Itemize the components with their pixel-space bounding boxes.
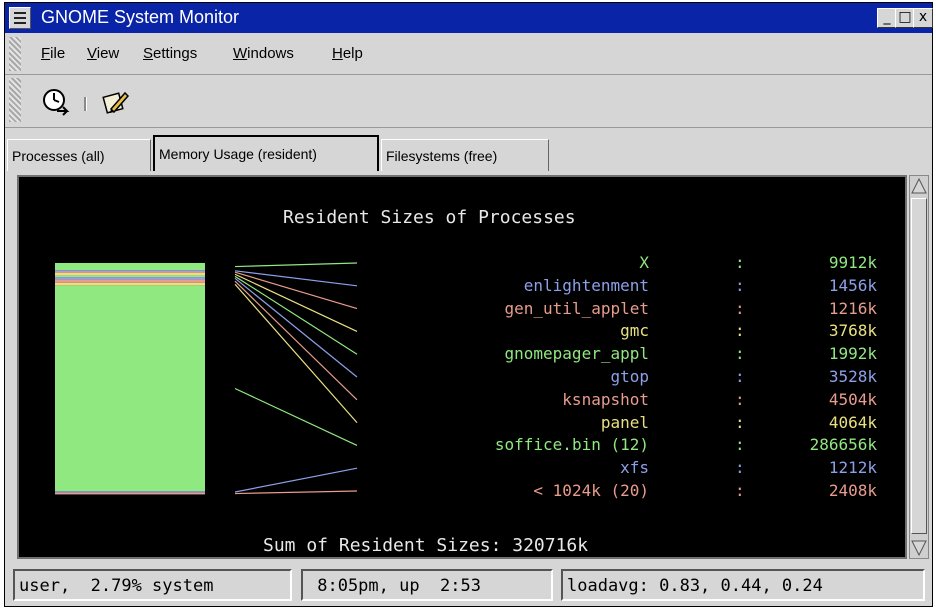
close-button[interactable]: x: [913, 8, 933, 28]
bar-segment: [55, 263, 205, 271]
legend-separator: :: [735, 458, 745, 478]
bar-segment: [55, 282, 205, 286]
status-loadavg: loadavg: 0.83, 0.44, 0.24: [561, 569, 925, 601]
legend-value: 4504k: [828, 389, 877, 409]
legend-separator: :: [735, 367, 745, 386]
edit-pencil-icon[interactable]: [101, 87, 131, 117]
legend-value: 286656k: [809, 435, 877, 455]
window-title: GNOME System Monitor: [41, 7, 240, 27]
memory-chart-panel: Resident Sizes of Processes X:9912k enlig…: [17, 175, 907, 559]
legend-process-name: gmc: [620, 321, 649, 341]
legend-process-name: soffice.bin (12): [494, 435, 649, 455]
bar-segment: [55, 275, 205, 278]
tab-memory-usage[interactable]: Memory Usage (resident): [153, 135, 379, 171]
status-uptime: 8:05pm, up 2:53: [301, 569, 553, 601]
legend-process-name: gnomepager_appl: [504, 344, 650, 364]
tab-processes[interactable]: Processes (all): [7, 139, 151, 171]
legend-process-name: xfs: [620, 458, 649, 478]
bar-segment: [55, 285, 205, 492]
legend-separator: :: [735, 275, 745, 295]
scrollbar-thumb[interactable]: [911, 198, 927, 534]
toolbar: [5, 75, 932, 128]
legend-value: 2408k: [828, 481, 877, 500]
legend-separator: :: [735, 435, 745, 455]
legend-process-name: X: [639, 253, 649, 272]
toolbar-separator: [84, 97, 87, 111]
bar-segment: [55, 270, 205, 272]
menu-windows[interactable]: Windows: [233, 45, 294, 62]
menu-help[interactable]: Help: [332, 45, 363, 62]
bar-segment: [55, 271, 205, 273]
legend-separator: :: [735, 344, 745, 364]
tab-filesystems[interactable]: Filesystems (free): [381, 139, 549, 171]
menu-settings[interactable]: Settings: [143, 45, 197, 62]
legend-process-name: ksnapshot: [562, 389, 649, 409]
scroll-up-arrow-icon[interactable]: [910, 176, 928, 196]
legend-process-name: panel: [600, 412, 649, 432]
window-menu-button[interactable]: [9, 7, 31, 29]
legend-separator: :: [735, 253, 745, 272]
legend-separator: :: [735, 389, 745, 409]
menu-view[interactable]: View: [87, 45, 119, 62]
legend-separator: :: [735, 321, 745, 341]
legend-separator: :: [735, 412, 745, 432]
bar-segment: [55, 491, 205, 493]
bar-segment: [55, 277, 205, 280]
legend-value: 1212k: [828, 458, 877, 478]
legend-value: 1992k: [828, 344, 877, 364]
legend-value: 4064k: [828, 412, 877, 432]
title-bar[interactable]: GNOME System Monitor _ □ x: [5, 3, 933, 33]
maximize-button[interactable]: □: [895, 8, 915, 28]
legend-separator: :: [735, 298, 745, 318]
menu-bar: File View Settings Windows Help: [5, 34, 932, 75]
status-bar: user, 2.79% system 8:05pm, up 2:53 loada…: [5, 569, 932, 605]
refresh-clock-icon[interactable]: [41, 87, 71, 117]
legend-value: 3768k: [828, 321, 877, 341]
legend-value: 9912k: [828, 253, 877, 272]
menu-file[interactable]: File: [41, 45, 65, 62]
toolbar-grip-handle[interactable]: [9, 78, 21, 122]
legend-process-name: gtop: [610, 367, 649, 386]
legend-value: 3528k: [828, 367, 877, 386]
scroll-down-arrow-icon[interactable]: [910, 538, 928, 558]
legend-separator: :: [735, 481, 745, 500]
legend-process-name: < 1024k (20): [533, 481, 649, 500]
status-cpu: user, 2.79% system: [13, 569, 292, 601]
legend-value: 1456k: [828, 275, 877, 295]
tab-strip: Processes (all) Memory Usage (resident) …: [5, 131, 932, 175]
menubar-grip-handle[interactable]: [9, 37, 21, 71]
sum-label: Sum of Resident Sizes: 320716k: [263, 535, 589, 556]
legend-process-name: enlightenment: [523, 275, 649, 295]
bar-segment: [55, 279, 205, 283]
legend-value: 1216k: [828, 298, 877, 318]
legend-process-name: gen_util_applet: [504, 298, 650, 318]
bar-segment: [55, 272, 205, 276]
bar-segment: [55, 492, 205, 495]
minimize-button[interactable]: _: [877, 8, 897, 28]
vertical-scrollbar[interactable]: [909, 175, 929, 559]
system-monitor-window: GNOME System Monitor _ □ x File View Set…: [4, 2, 933, 607]
